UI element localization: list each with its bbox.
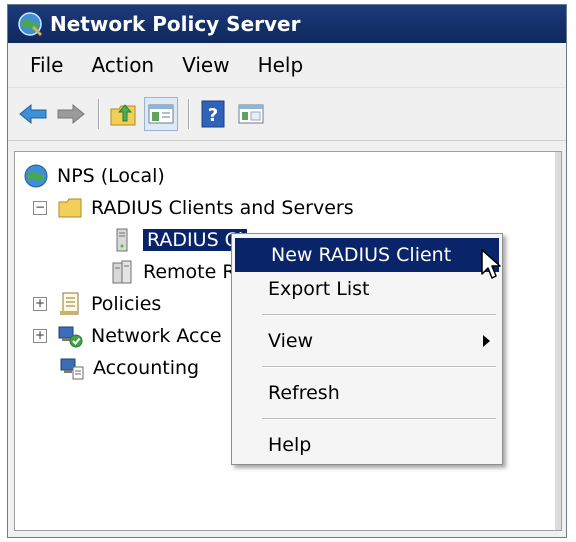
up-folder-icon (110, 104, 136, 126)
tree-label-nps-local: NPS (Local) (57, 165, 165, 187)
menu-separator (262, 314, 496, 316)
show-hide-tree-button[interactable] (144, 97, 178, 131)
policy-document-icon (60, 292, 79, 315)
tree-node-policies[interactable]: + Policies (33, 290, 161, 318)
back-button[interactable] (16, 97, 50, 131)
tree-node-remote-radius[interactable]: Remote R (109, 258, 236, 286)
menu-label-refresh: Refresh (268, 382, 340, 404)
toolbar-separator (188, 99, 190, 129)
menu-separator (262, 366, 496, 368)
menu-view[interactable]: View (168, 45, 243, 85)
tree-label-accounting: Accounting (93, 357, 200, 379)
help-button[interactable]: ? (196, 97, 230, 131)
toolbar: ? (8, 88, 566, 141)
context-menu: New RADIUS Client Export List View Refre… (231, 233, 503, 465)
expand-toggle[interactable]: + (33, 329, 47, 343)
menu-label-view: View (268, 330, 314, 352)
menu-label-export-list: Export List (268, 278, 370, 300)
server-icon (116, 228, 128, 252)
forward-arrow-icon (57, 103, 85, 125)
toolbar-separator (98, 99, 100, 129)
tree-scrollbar[interactable] (555, 152, 561, 530)
menu-item-help[interactable]: Help (232, 428, 502, 462)
menu-label-new-radius-client: New RADIUS Client (271, 244, 452, 266)
globe-icon (24, 164, 48, 188)
tree-label-network-access: Network Acce (91, 325, 222, 347)
submenu-arrow-icon (483, 335, 490, 347)
expand-toggle[interactable]: + (33, 297, 47, 311)
up-one-level-button[interactable] (106, 97, 140, 131)
menu-bar: File Action View Help (8, 43, 566, 88)
forward-button[interactable] (54, 97, 88, 131)
properties-button[interactable] (234, 97, 268, 131)
menu-help[interactable]: Help (244, 45, 318, 85)
menu-file[interactable]: File (16, 45, 77, 85)
tree-node-network-access[interactable]: + Network Acce (33, 322, 222, 350)
server-group-icon (112, 260, 132, 284)
tree-label-radius-clients-servers: RADIUS Clients and Servers (91, 197, 354, 219)
properties-icon (238, 104, 264, 124)
back-arrow-icon (19, 103, 47, 125)
tree-label-policies: Policies (91, 293, 162, 315)
tree-node-radius-clients-servers[interactable]: − RADIUS Clients and Servers (33, 194, 354, 222)
menu-item-new-radius-client[interactable]: New RADIUS Client (235, 238, 499, 272)
help-icon: ? (201, 100, 225, 128)
nps-app-icon (18, 12, 42, 36)
menu-label-help: Help (268, 434, 312, 456)
show-hide-tree-icon (148, 104, 174, 124)
tree-node-accounting[interactable]: Accounting (59, 354, 199, 382)
menu-item-view[interactable]: View (232, 324, 502, 358)
title-bar: Network Policy Server (8, 5, 566, 43)
accounting-icon (60, 358, 84, 380)
network-access-icon (58, 326, 83, 348)
mouse-cursor-icon (481, 249, 501, 279)
tree-node-radius-clients[interactable]: RADIUS Cl (109, 226, 248, 254)
window-title: Network Policy Server (50, 12, 301, 36)
collapse-toggle[interactable]: − (33, 201, 47, 215)
menu-action[interactable]: Action (77, 45, 168, 85)
menu-item-export-list[interactable]: Export List (232, 272, 502, 306)
svg-text:?: ? (208, 105, 218, 126)
folder-icon (58, 198, 82, 218)
tree-node-nps-local[interactable]: NPS (Local) (23, 162, 165, 190)
menu-item-refresh[interactable]: Refresh (232, 376, 502, 410)
menu-separator (262, 418, 496, 420)
tree-label-remote-radius: Remote R (143, 261, 236, 283)
